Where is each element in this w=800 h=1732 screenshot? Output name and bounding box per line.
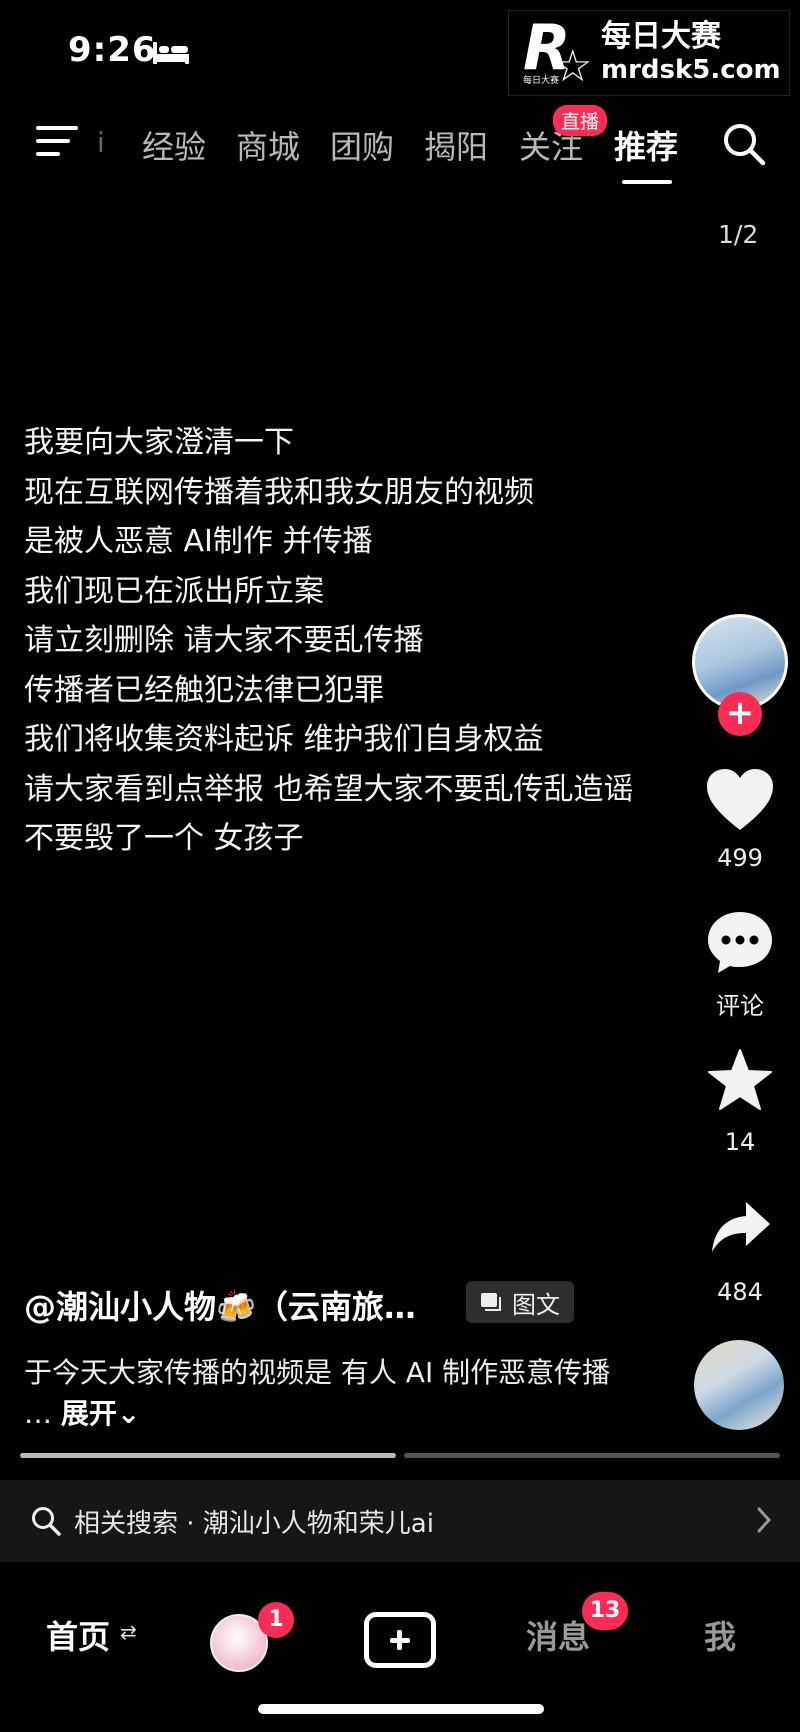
music-avatar[interactable]	[694, 1340, 784, 1430]
expand-button[interactable]: 展开⌄	[61, 1397, 140, 1430]
follow-button[interactable]: +	[718, 692, 762, 736]
sleep-mode-icon	[153, 42, 189, 64]
related-search-text: 相关搜索 · 潮汕小人物和荣儿ai	[74, 1508, 434, 1539]
nav-me[interactable]: 我	[704, 1612, 736, 1658]
favorite-count: 14	[724, 1128, 756, 1156]
post-line: 请大家看到点举报 也希望大家不要乱传乱造谣	[24, 771, 634, 807]
post-line: 我要向大家澄清一下	[24, 425, 294, 460]
share-count: 484	[717, 1278, 763, 1306]
star-icon[interactable]	[706, 1048, 774, 1112]
tab-mall[interactable]: 商城	[236, 122, 300, 168]
watermark-url: mrdsk5.com	[601, 55, 781, 85]
nav-messages[interactable]: 消息	[526, 1612, 590, 1658]
author-handle[interactable]: @潮汕小人物🍻（云南旅…	[24, 1282, 416, 1328]
watermark: R ☆ 每日大赛 每日大赛 mrdsk5.com	[508, 10, 790, 96]
watermark-title: 每日大赛	[601, 19, 721, 54]
post-line: 请立刻删除 请大家不要乱传播	[24, 623, 424, 658]
carousel-progress-2	[404, 1453, 780, 1458]
post-text: 我要向大家澄清一下 现在互联网传播着我和我女朋友的视频 是被人恶意 AI制作 并…	[24, 418, 684, 864]
content-type-tag: 图文	[466, 1281, 574, 1323]
create-button[interactable]	[364, 1612, 436, 1668]
tab-experience[interactable]: 经验	[142, 122, 206, 168]
search-icon[interactable]	[720, 120, 768, 168]
image-text-icon	[481, 1293, 501, 1311]
related-search-bar[interactable]: 相关搜索 · 潮汕小人物和荣儿ai	[0, 1480, 800, 1562]
post-line: 我们将收集资料起诉 维护我们自身权益	[24, 722, 544, 757]
friends-badge: 1	[258, 1602, 294, 1638]
post-line: 不要毁了一个 女孩子	[24, 821, 304, 856]
post-line: 现在互联网传播着我和我女朋友的视频	[24, 474, 534, 510]
watermark-logo: R ☆ 每日大赛	[523, 11, 593, 92]
menu-icon[interactable]	[36, 126, 78, 158]
content-type-label: 图文	[512, 1290, 560, 1319]
tab-group-buy[interactable]: 团购	[330, 122, 394, 168]
comment-label: 评论	[716, 992, 764, 1020]
nav-faded-item: i	[97, 126, 105, 159]
post-description: 于今天大家传播的视频是 有人 AI 制作恶意传播 … 展开⌄	[24, 1352, 644, 1434]
post-line: 是被人恶意 AI制作 并传播	[24, 524, 373, 559]
carousel-progress-1	[20, 1453, 396, 1458]
nav-home[interactable]: 首页	[46, 1612, 110, 1658]
page-indicator: 1/2	[718, 220, 759, 249]
bottom-nav: 首页 ⇄ 1 消息 13 我	[0, 1562, 800, 1732]
search-icon	[32, 1507, 61, 1536]
like-count: 499	[717, 844, 763, 872]
home-indicator[interactable]	[258, 1704, 544, 1714]
post-line: 我们现已在派出所立案	[24, 573, 324, 609]
share-icon[interactable]	[710, 1200, 772, 1256]
messages-badge: 13	[582, 1592, 628, 1630]
active-tab-indicator	[622, 180, 672, 184]
heart-icon[interactable]	[705, 768, 775, 832]
post-line: 传播者已经触犯法律已犯罪	[24, 672, 384, 708]
comment-icon[interactable]	[706, 910, 774, 974]
live-badge: 直播	[553, 105, 608, 136]
tab-local[interactable]: 揭阳	[424, 122, 488, 168]
swap-icon: ⇄	[120, 1620, 137, 1644]
tab-recommended[interactable]: 推荐	[614, 122, 678, 168]
chevron-right-icon	[757, 1507, 772, 1533]
status-time: 9:26	[68, 30, 157, 70]
